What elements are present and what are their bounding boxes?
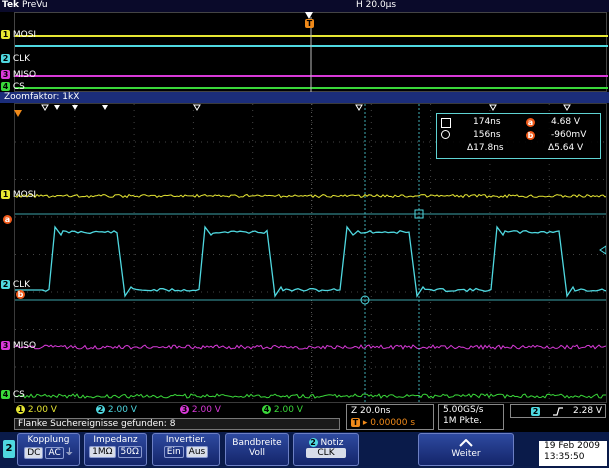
brand-logo: Tek <box>2 0 20 10</box>
prevu-label: PreVu <box>22 0 48 10</box>
cursor-delta-time: Δ17.8ns <box>467 143 504 153</box>
trigger-level: 2.28 V <box>573 406 603 416</box>
ground-icon[interactable]: ⏚ <box>65 448 74 458</box>
impedanz-button[interactable]: Impedanz 1MΩ 50Ω <box>84 433 147 466</box>
zoom-factor-label: Zoomfaktor: 1kX <box>4 92 80 102</box>
ch3-scale[interactable]: 3 2.00 V <box>180 404 221 416</box>
cursor-readout: 174ns a 4.68 V 156ns b -960mV Δ17.8ns Δ5… <box>436 113 601 159</box>
main-ch3-label: MISO <box>12 341 37 351</box>
main-ch4-badge: 4 <box>1 390 10 399</box>
cursor-a-marker[interactable]: a <box>3 215 12 225</box>
top-status-bar: Tek PreVu H 20.0µs <box>0 0 609 12</box>
trigger-source-badge: 2 <box>531 407 540 416</box>
time: 13:35:50 <box>544 452 585 462</box>
ch1-label: MOSI <box>12 30 37 40</box>
square-icon <box>441 118 451 128</box>
zoom-position-row: T ▸ 0.00000 s <box>351 418 416 428</box>
cursor-a-voltage: 4.68 V <box>551 117 581 127</box>
main-ch2-badge: 2 <box>1 280 10 289</box>
record-length: 1M Pkte. <box>443 416 482 426</box>
main-trigger-marker[interactable] <box>14 110 22 121</box>
invert-off[interactable]: Aus <box>185 446 209 458</box>
main-label-ch1[interactable]: 1 MOSI <box>1 190 36 200</box>
cursor-row-delta: Δ17.8ns Δ5.64 V <box>437 143 600 155</box>
preview-label-ch4[interactable]: 4 CS <box>1 82 25 92</box>
preview-label-ch2[interactable]: 2 CLK <box>1 54 30 64</box>
ch1-badge: 1 <box>1 30 10 39</box>
ch4-badge: 4 <box>1 82 10 91</box>
main-label-ch4[interactable]: 4 CS <box>1 390 25 400</box>
coupling-ac[interactable]: AC <box>45 447 64 459</box>
cursor-delta-voltage: Δ5.64 V <box>548 143 584 153</box>
notiz-button[interactable]: 2 Notiz CLK <box>293 433 359 466</box>
main-ch3-badge: 3 <box>1 341 10 350</box>
zoom-header: Zoomfaktor: 1kX <box>0 92 609 103</box>
channel-scale-row: 1 2.00 V 2 2.00 V 3 2.00 V 4 2.00 V <box>14 404 340 416</box>
cursor-b-marker[interactable]: b <box>16 290 25 300</box>
cursor-row-b: 156ns b -960mV <box>437 130 600 142</box>
kopplung-button[interactable]: Kopplung DC AC ⏚ <box>17 433 80 466</box>
cursor-row-a: 174ns a 4.68 V <box>437 117 600 129</box>
bandbreite-button[interactable]: Bandbreite Voll <box>225 433 289 466</box>
trigger-level-arrow <box>599 245 606 255</box>
circle-icon <box>441 130 450 139</box>
search-event-markers <box>41 104 571 111</box>
ch3-badge: 3 <box>1 70 10 79</box>
sample-rate: 5.00GS/s <box>443 405 484 415</box>
main-label-ch2[interactable]: 2 CLK <box>1 280 30 290</box>
main-ch1-badge: 1 <box>1 190 10 199</box>
invert-on[interactable]: Ein <box>163 446 184 458</box>
horizontal-scale: H 20.0µs <box>356 0 397 10</box>
ch1-scale[interactable]: 1 2.00 V <box>16 404 57 416</box>
sample-rate-readout[interactable]: 5.00GS/s 1M Pkte. <box>438 404 504 430</box>
weiter-button[interactable]: Weiter <box>418 433 514 466</box>
trigger-delay-icon: T <box>351 418 360 427</box>
ch3-label: MISO <box>12 70 37 80</box>
trace-clk <box>15 225 606 298</box>
impedance-1mohm[interactable]: 1MΩ <box>89 446 116 458</box>
main-ch2-label: CLK <box>12 280 31 290</box>
ch4-label: CS <box>12 82 25 92</box>
bandwidth-value: Voll <box>249 448 265 458</box>
ch2-badge: 2 <box>1 54 10 63</box>
ch2-scale[interactable]: 2 2.00 V <box>96 404 137 416</box>
cursor-b-voltage: -960mV <box>551 130 587 140</box>
cursor-b-badge: b <box>526 131 535 140</box>
channel-menu-bar: 2 Kopplung DC AC ⏚ Impedanz 1MΩ 50Ω Inverti… <box>0 432 609 468</box>
date-time: 19 Feb 2009 13:35:50 <box>539 441 607 466</box>
cursor-a-badge: a <box>526 118 535 127</box>
ch2-label: CLK <box>12 54 31 64</box>
trigger-readout[interactable]: 2 2.28 V <box>510 404 606 418</box>
menu-channel-badge: 2 <box>3 440 15 458</box>
trigger-t-badge: T <box>305 19 314 28</box>
chevron-up-icon <box>459 439 473 447</box>
cursor-b-time: 156ns <box>473 130 501 140</box>
rising-edge-icon <box>553 407 563 416</box>
preview-label-ch3[interactable]: 3 MISO <box>1 70 36 80</box>
main-ch1-label: MOSI <box>12 190 37 200</box>
preview-label-ch1[interactable]: 1 MOSI <box>1 30 36 40</box>
main-ch4-label: CS <box>12 390 25 400</box>
zoom-timebase: Z 20.0ns <box>351 406 391 416</box>
zoom-timebase-readout[interactable]: Z 20.0ns T ▸ 0.00000 s <box>346 404 434 430</box>
date: 19 Feb 2009 <box>544 441 601 451</box>
search-message-bar: Flanke Suchereignisse gefunden: 8 <box>14 418 340 430</box>
zoom-position: 0.00000 s <box>370 418 416 428</box>
ch4-scale[interactable]: 4 2.00 V <box>262 404 303 416</box>
main-label-ch3[interactable]: 3 MISO <box>1 341 36 351</box>
cursor-a-time: 174ns <box>473 117 501 127</box>
label-value: CLK <box>306 448 346 458</box>
trigger-position-marker[interactable] <box>305 12 313 19</box>
impedance-50ohm[interactable]: 50Ω <box>117 446 142 458</box>
invertier-button[interactable]: Invertier. Ein Aus <box>152 433 220 466</box>
coupling-dc[interactable]: DC <box>24 447 44 459</box>
